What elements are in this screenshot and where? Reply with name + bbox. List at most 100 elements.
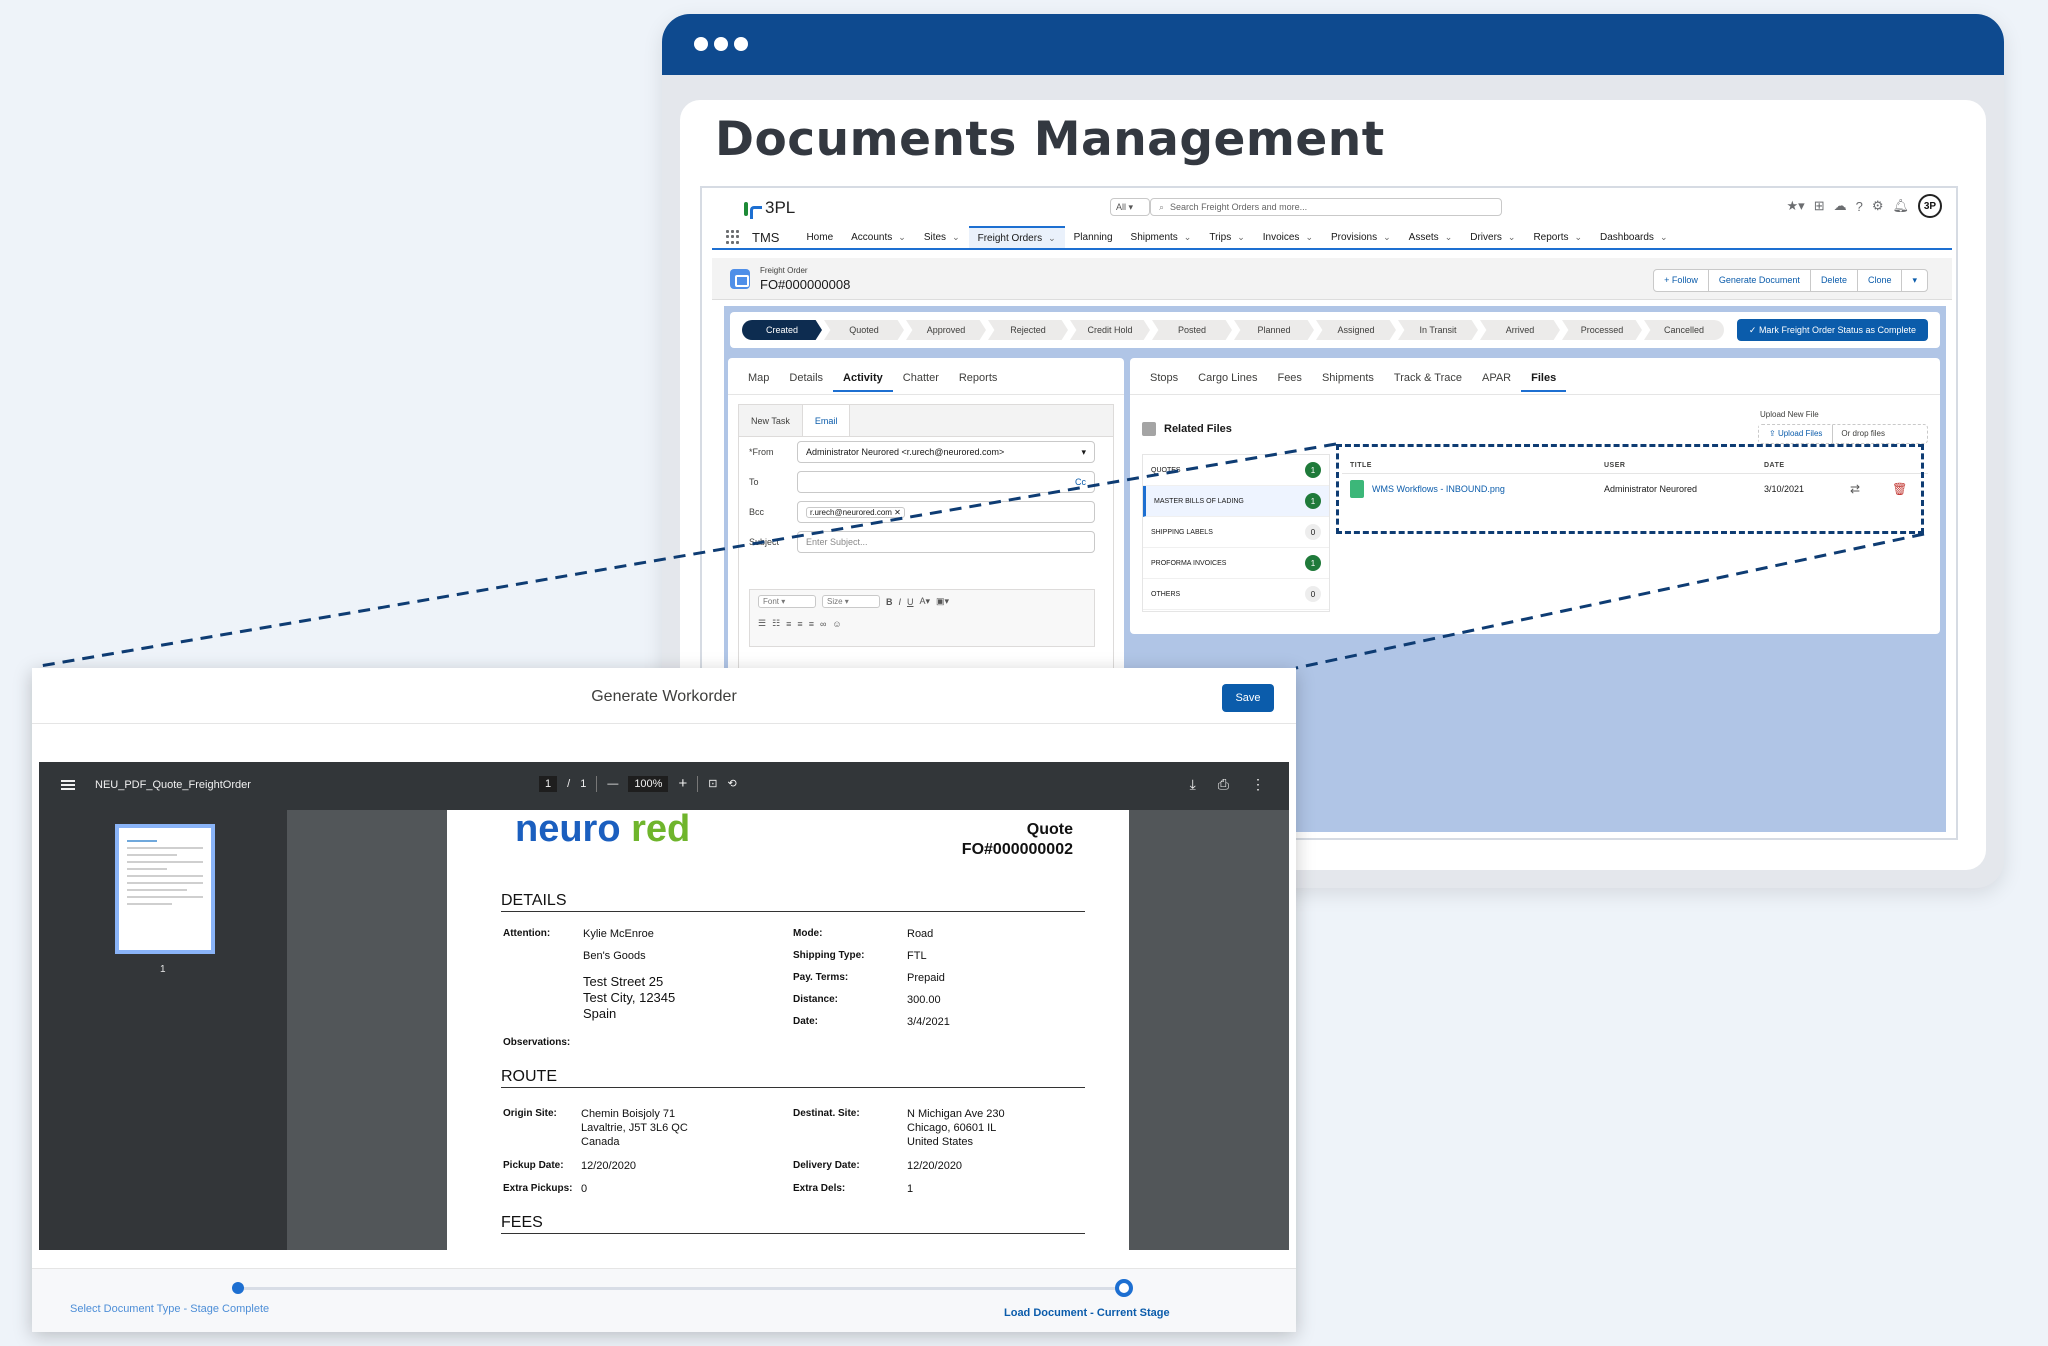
category-master-bills[interactable]: MASTER BILLS OF LADING 1 [1143, 486, 1329, 517]
nav-item-shipments[interactable]: Shipments ⌄ [1122, 226, 1201, 248]
chevron-down-icon[interactable]: ⌄ [1237, 232, 1245, 243]
bullet-list-icon[interactable]: ☰ [758, 618, 766, 629]
page-thumbnail[interactable] [115, 824, 215, 954]
nav-item-assets[interactable]: Assets ⌄ [1400, 226, 1462, 248]
nav-item-dashboards[interactable]: Dashboards ⌄ [1591, 226, 1676, 248]
tab-fees[interactable]: Fees [1267, 366, 1311, 392]
generate-document-button[interactable]: Generate Document [1709, 270, 1811, 291]
upload-dropzone[interactable]: ⇪ Upload Files Or drop files [1758, 424, 1928, 444]
path-step-assigned[interactable]: Assigned [1316, 320, 1396, 340]
chevron-down-icon[interactable]: ⌄ [1048, 233, 1056, 244]
chevron-down-icon[interactable]: ⌄ [1574, 232, 1582, 243]
path-step-quoted[interactable]: Quoted [824, 320, 904, 340]
to-field[interactable]: Cc [797, 471, 1095, 493]
emoji-icon[interactable]: ☺ [832, 619, 841, 629]
category-shipping-labels[interactable]: SHIPPING LABELS 0 [1143, 517, 1329, 548]
path-step-cancelled[interactable]: Cancelled [1644, 320, 1724, 340]
close-icon[interactable]: ✕ [894, 508, 901, 517]
path-step-rejected[interactable]: Rejected [988, 320, 1068, 340]
chevron-down-icon[interactable]: ⌄ [1383, 232, 1391, 243]
tab-details[interactable]: Details [779, 366, 833, 392]
menu-icon[interactable] [61, 780, 75, 790]
chevron-down-icon[interactable]: ⌄ [1184, 232, 1192, 243]
page-input[interactable]: 1 [539, 775, 558, 792]
text-color-icon[interactable]: A▾ [920, 596, 931, 607]
gear-icon[interactable]: ⚙ [1872, 198, 1884, 214]
chevron-down-icon[interactable]: ⌄ [1445, 232, 1453, 243]
step-complete-icon[interactable] [232, 1282, 244, 1294]
tab-cargo-lines[interactable]: Cargo Lines [1188, 366, 1267, 392]
nav-item-home[interactable]: Home [797, 226, 842, 248]
number-list-icon[interactable]: ☷ [772, 618, 780, 629]
rotate-icon[interactable]: ⟲ [727, 777, 736, 790]
zoom-out-icon[interactable]: — [607, 778, 618, 790]
chevron-down-icon[interactable]: ⌄ [1660, 232, 1668, 243]
nav-item-trips[interactable]: Trips ⌄ [1200, 226, 1253, 248]
category-others[interactable]: OTHERS 0 [1143, 579, 1329, 610]
path-step-approved[interactable]: Approved [906, 320, 986, 340]
upload-files-button[interactable]: ⇪ Upload Files [1759, 425, 1834, 443]
fit-page-icon[interactable]: ⊡ [708, 777, 717, 790]
underline-icon[interactable]: U [907, 597, 914, 607]
delete-button[interactable]: Delete [1811, 270, 1858, 291]
tab-email[interactable]: Email [801, 405, 851, 436]
tab-activity[interactable]: Activity [833, 366, 893, 392]
bcc-field[interactable]: r.urech@neurored.com ✕ [797, 501, 1095, 523]
path-step-planned[interactable]: Planned [1234, 320, 1314, 340]
cc-link[interactable]: Cc [1075, 477, 1086, 487]
image-icon[interactable]: ▣▾ [936, 596, 949, 607]
path-step-arrived[interactable]: Arrived [1480, 320, 1560, 340]
nav-item-reports[interactable]: Reports ⌄ [1524, 226, 1591, 248]
bell-icon[interactable]: 🔔︎ [1892, 198, 1909, 214]
bcc-pill[interactable]: r.urech@neurored.com ✕ [806, 507, 905, 518]
italic-icon[interactable]: I [899, 597, 902, 607]
chevron-down-icon[interactable]: ⌄ [952, 232, 960, 243]
path-step-posted[interactable]: Posted [1152, 320, 1232, 340]
tab-apar[interactable]: APAR [1472, 366, 1521, 392]
nav-item-invoices[interactable]: Invoices ⌄ [1254, 226, 1322, 248]
clone-button[interactable]: Clone [1858, 270, 1903, 291]
favorites-icon[interactable]: ★▾ [1787, 198, 1805, 214]
tab-chatter[interactable]: Chatter [893, 366, 949, 392]
size-select[interactable]: Size ▾ [822, 595, 880, 608]
path-step-in-transit[interactable]: In Transit [1398, 320, 1478, 340]
align-right-icon[interactable]: ≡ [809, 619, 814, 629]
search-scope-select[interactable]: All ▾ [1110, 198, 1150, 216]
chevron-down-icon[interactable]: ⌄ [1508, 232, 1516, 243]
align-center-icon[interactable]: ≡ [797, 619, 802, 629]
more-vert-icon[interactable]: ⋮ [1251, 776, 1265, 793]
zoom-in-icon[interactable]: + [678, 775, 687, 792]
tab-new-task[interactable]: New Task [739, 405, 802, 436]
chevron-down-icon[interactable]: ⌄ [1305, 232, 1313, 243]
download-icon[interactable]: ⤓ [1190, 776, 1196, 793]
tab-map[interactable]: Map [738, 366, 779, 392]
more-actions-button[interactable]: ▾ [1902, 270, 1927, 291]
path-step-processed[interactable]: Processed [1562, 320, 1642, 340]
zoom-input[interactable]: 100% [628, 775, 669, 792]
save-button[interactable]: Save [1222, 684, 1274, 712]
nav-item-accounts[interactable]: Accounts ⌄ [842, 226, 915, 248]
subject-field[interactable]: Enter Subject... [797, 531, 1095, 553]
add-icon[interactable]: ⊞ [1814, 198, 1825, 214]
bold-icon[interactable]: B [886, 597, 893, 607]
help-icon[interactable]: ? [1856, 199, 1863, 214]
link-icon[interactable]: ∞ [820, 619, 826, 629]
app-launcher-icon[interactable] [726, 230, 742, 244]
path-step-credit-hold[interactable]: Credit Hold [1070, 320, 1150, 340]
step-current-icon[interactable] [1115, 1279, 1133, 1297]
chevron-down-icon[interactable]: ⌄ [898, 232, 906, 243]
follow-button[interactable]: + Follow [1654, 270, 1709, 291]
nav-item-provisions[interactable]: Provisions ⌄ [1322, 226, 1400, 248]
nav-item-planning[interactable]: Planning [1065, 226, 1122, 248]
category-proforma-invoices[interactable]: PROFORMA INVOICES 1 [1143, 548, 1329, 579]
category-quotes[interactable]: QUOTES 1 [1143, 455, 1329, 486]
brand[interactable]: 3PL [744, 198, 795, 219]
from-select[interactable]: Administrator Neurored <r.urech@neurored… [797, 441, 1095, 463]
global-search-input[interactable]: ⌕ Search Freight Orders and more... [1150, 198, 1502, 216]
avatar[interactable]: 3P [1918, 194, 1942, 218]
nav-item-drivers[interactable]: Drivers ⌄ [1461, 226, 1524, 248]
nav-item-sites[interactable]: Sites ⌄ [915, 226, 969, 248]
mark-complete-button[interactable]: ✓ Mark Freight Order Status as Complete [1736, 319, 1928, 341]
tab-reports[interactable]: Reports [949, 366, 1008, 392]
tab-shipments[interactable]: Shipments [1312, 366, 1384, 392]
